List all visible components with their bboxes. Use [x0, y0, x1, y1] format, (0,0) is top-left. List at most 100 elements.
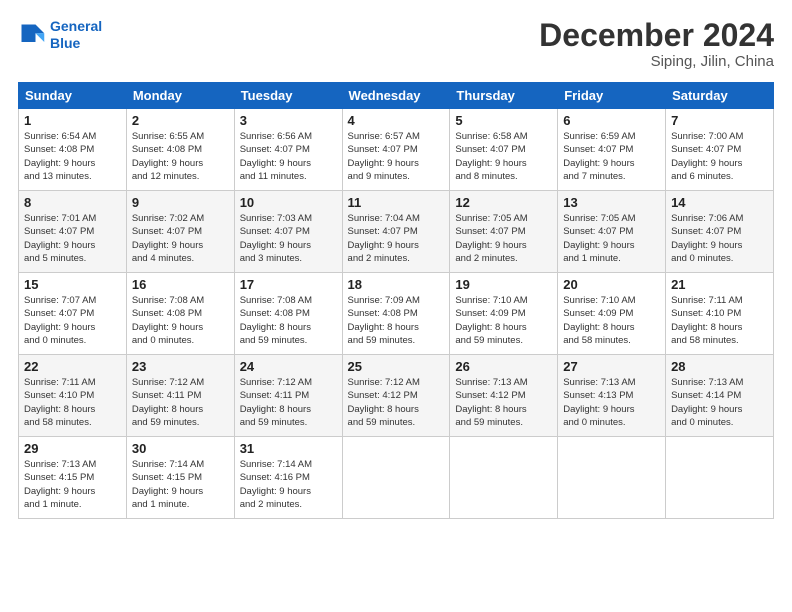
calendar-cell: 28 Sunrise: 7:13 AM Sunset: 4:14 PM Dayli…: [666, 355, 774, 437]
cell-info: Sunrise: 7:04 AM Sunset: 4:07 PM Dayligh…: [348, 212, 445, 265]
calendar-cell: [666, 437, 774, 519]
day-number: 21: [671, 277, 768, 292]
cell-info: Sunrise: 6:56 AM Sunset: 4:07 PM Dayligh…: [240, 130, 337, 183]
calendar-cell: 26 Sunrise: 7:13 AM Sunset: 4:12 PM Dayli…: [450, 355, 558, 437]
cell-info: Sunrise: 6:58 AM Sunset: 4:07 PM Dayligh…: [455, 130, 552, 183]
logo-text: General Blue: [50, 18, 102, 52]
cell-info: Sunrise: 7:13 AM Sunset: 4:15 PM Dayligh…: [24, 458, 121, 511]
cell-info: Sunrise: 6:59 AM Sunset: 4:07 PM Dayligh…: [563, 130, 660, 183]
month-title: December 2024: [539, 18, 774, 53]
logo-line2: Blue: [50, 35, 80, 51]
day-number: 19: [455, 277, 552, 292]
day-number: 3: [240, 113, 337, 128]
weekday-header: Thursday: [450, 83, 558, 109]
cell-info: Sunrise: 7:08 AM Sunset: 4:08 PM Dayligh…: [132, 294, 229, 347]
location-subtitle: Siping, Jilin, China: [539, 53, 774, 70]
day-number: 4: [348, 113, 445, 128]
day-number: 9: [132, 195, 229, 210]
calendar-cell: 5 Sunrise: 6:58 AM Sunset: 4:07 PM Daylig…: [450, 109, 558, 191]
cell-info: Sunrise: 7:02 AM Sunset: 4:07 PM Dayligh…: [132, 212, 229, 265]
cell-info: Sunrise: 7:06 AM Sunset: 4:07 PM Dayligh…: [671, 212, 768, 265]
day-number: 31: [240, 441, 337, 456]
day-number: 26: [455, 359, 552, 374]
weekday-header: Monday: [126, 83, 234, 109]
calendar-cell: 18 Sunrise: 7:09 AM Sunset: 4:08 PM Dayli…: [342, 273, 450, 355]
calendar-cell: 25 Sunrise: 7:12 AM Sunset: 4:12 PM Dayli…: [342, 355, 450, 437]
day-number: 18: [348, 277, 445, 292]
calendar-cell: [558, 437, 666, 519]
cell-info: Sunrise: 7:13 AM Sunset: 4:12 PM Dayligh…: [455, 376, 552, 429]
cell-info: Sunrise: 7:14 AM Sunset: 4:15 PM Dayligh…: [132, 458, 229, 511]
calendar-cell: 15 Sunrise: 7:07 AM Sunset: 4:07 PM Dayli…: [19, 273, 127, 355]
calendar-cell: 1Sunrise: 6:54 AM Sunset: 4:08 PM Daylig…: [19, 109, 127, 191]
weekday-header: Saturday: [666, 83, 774, 109]
calendar-cell: 10Sunrise: 7:03 AM Sunset: 4:07 PM Dayli…: [234, 191, 342, 273]
cell-info: Sunrise: 6:57 AM Sunset: 4:07 PM Dayligh…: [348, 130, 445, 183]
day-number: 6: [563, 113, 660, 128]
day-number: 25: [348, 359, 445, 374]
day-number: 5: [455, 113, 552, 128]
cell-info: Sunrise: 7:07 AM Sunset: 4:07 PM Dayligh…: [24, 294, 121, 347]
calendar-cell: 16 Sunrise: 7:08 AM Sunset: 4:08 PM Dayli…: [126, 273, 234, 355]
calendar-cell: 9 Sunrise: 7:02 AM Sunset: 4:07 PM Daylig…: [126, 191, 234, 273]
calendar-table: SundayMondayTuesdayWednesdayThursdayFrid…: [18, 82, 774, 519]
cell-info: Sunrise: 7:01 AM Sunset: 4:07 PM Dayligh…: [24, 212, 121, 265]
calendar-cell: 19Sunrise: 7:10 AM Sunset: 4:09 PM Dayli…: [450, 273, 558, 355]
day-number: 2: [132, 113, 229, 128]
cell-info: Sunrise: 7:05 AM Sunset: 4:07 PM Dayligh…: [563, 212, 660, 265]
calendar-cell: 13Sunrise: 7:05 AM Sunset: 4:07 PM Dayli…: [558, 191, 666, 273]
calendar-cell: 12 Sunrise: 7:05 AM Sunset: 4:07 PM Dayli…: [450, 191, 558, 273]
cell-info: Sunrise: 7:09 AM Sunset: 4:08 PM Dayligh…: [348, 294, 445, 347]
calendar-cell: 31Sunrise: 7:14 AM Sunset: 4:16 PM Dayli…: [234, 437, 342, 519]
day-number: 12: [455, 195, 552, 210]
calendar-week-row: 22 Sunrise: 7:11 AM Sunset: 4:10 PM Dayli…: [19, 355, 774, 437]
day-number: 29: [24, 441, 121, 456]
calendar-cell: 29 Sunrise: 7:13 AM Sunset: 4:15 PM Dayli…: [19, 437, 127, 519]
calendar-cell: 23Sunrise: 7:12 AM Sunset: 4:11 PM Dayli…: [126, 355, 234, 437]
day-number: 27: [563, 359, 660, 374]
cell-info: Sunrise: 7:11 AM Sunset: 4:10 PM Dayligh…: [671, 294, 768, 347]
cell-info: Sunrise: 7:13 AM Sunset: 4:13 PM Dayligh…: [563, 376, 660, 429]
cell-info: Sunrise: 7:12 AM Sunset: 4:12 PM Dayligh…: [348, 376, 445, 429]
calendar-week-row: 8 Sunrise: 7:01 AM Sunset: 4:07 PM Daylig…: [19, 191, 774, 273]
cell-info: Sunrise: 7:03 AM Sunset: 4:07 PM Dayligh…: [240, 212, 337, 265]
calendar-cell: 11 Sunrise: 7:04 AM Sunset: 4:07 PM Dayli…: [342, 191, 450, 273]
cell-info: Sunrise: 7:00 AM Sunset: 4:07 PM Dayligh…: [671, 130, 768, 183]
day-number: 17: [240, 277, 337, 292]
day-number: 11: [348, 195, 445, 210]
calendar-header-row: SundayMondayTuesdayWednesdayThursdayFrid…: [19, 83, 774, 109]
day-number: 28: [671, 359, 768, 374]
logo: General Blue: [18, 18, 102, 52]
calendar-week-row: 1Sunrise: 6:54 AM Sunset: 4:08 PM Daylig…: [19, 109, 774, 191]
cell-info: Sunrise: 7:08 AM Sunset: 4:08 PM Dayligh…: [240, 294, 337, 347]
weekday-header: Sunday: [19, 83, 127, 109]
day-number: 22: [24, 359, 121, 374]
calendar-cell: 20Sunrise: 7:10 AM Sunset: 4:09 PM Dayli…: [558, 273, 666, 355]
calendar-cell: 7 Sunrise: 7:00 AM Sunset: 4:07 PM Daylig…: [666, 109, 774, 191]
calendar-cell: 22 Sunrise: 7:11 AM Sunset: 4:10 PM Dayli…: [19, 355, 127, 437]
calendar-cell: 14Sunrise: 7:06 AM Sunset: 4:07 PM Dayli…: [666, 191, 774, 273]
calendar-cell: 30Sunrise: 7:14 AM Sunset: 4:15 PM Dayli…: [126, 437, 234, 519]
cell-info: Sunrise: 7:10 AM Sunset: 4:09 PM Dayligh…: [563, 294, 660, 347]
weekday-header: Friday: [558, 83, 666, 109]
calendar-cell: 17 Sunrise: 7:08 AM Sunset: 4:08 PM Dayli…: [234, 273, 342, 355]
day-number: 7: [671, 113, 768, 128]
cell-info: Sunrise: 6:55 AM Sunset: 4:08 PM Dayligh…: [132, 130, 229, 183]
day-number: 15: [24, 277, 121, 292]
day-number: 24: [240, 359, 337, 374]
calendar-cell: 27 Sunrise: 7:13 AM Sunset: 4:13 PM Dayli…: [558, 355, 666, 437]
cell-info: Sunrise: 7:12 AM Sunset: 4:11 PM Dayligh…: [240, 376, 337, 429]
cell-info: Sunrise: 6:54 AM Sunset: 4:08 PM Dayligh…: [24, 130, 121, 183]
day-number: 16: [132, 277, 229, 292]
cell-info: Sunrise: 7:05 AM Sunset: 4:07 PM Dayligh…: [455, 212, 552, 265]
title-block: December 2024 Siping, Jilin, China: [539, 18, 774, 70]
cell-info: Sunrise: 7:11 AM Sunset: 4:10 PM Dayligh…: [24, 376, 121, 429]
day-number: 8: [24, 195, 121, 210]
calendar-cell: 3 Sunrise: 6:56 AM Sunset: 4:07 PM Daylig…: [234, 109, 342, 191]
cell-info: Sunrise: 7:13 AM Sunset: 4:14 PM Dayligh…: [671, 376, 768, 429]
calendar-week-row: 15 Sunrise: 7:07 AM Sunset: 4:07 PM Dayli…: [19, 273, 774, 355]
logo-line1: General: [50, 18, 102, 34]
calendar-cell: [450, 437, 558, 519]
calendar-cell: [342, 437, 450, 519]
day-number: 23: [132, 359, 229, 374]
